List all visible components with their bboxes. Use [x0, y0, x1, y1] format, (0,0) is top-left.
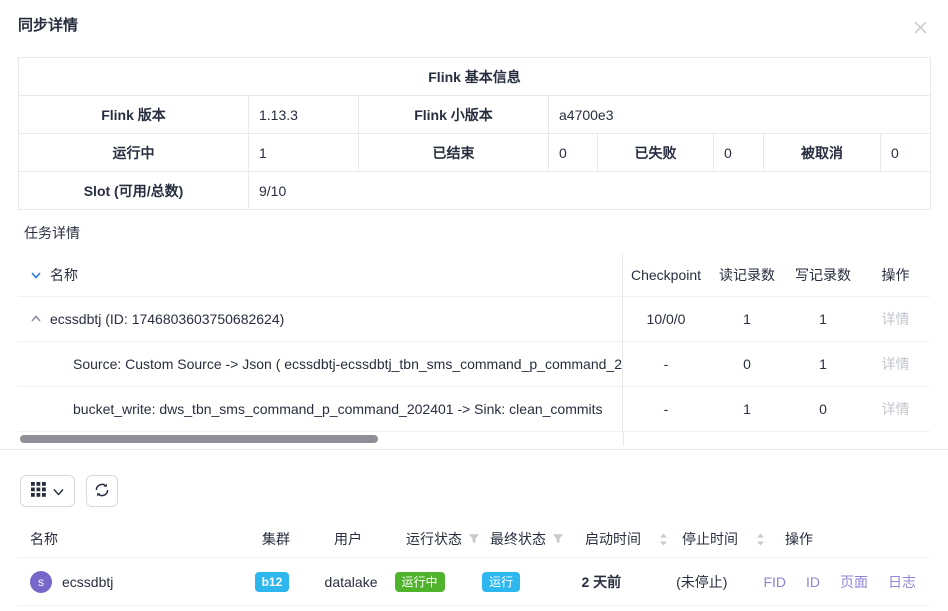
canceled-value: 0 — [881, 134, 931, 172]
run-status-badge: 运行中 — [395, 572, 445, 592]
finished-value: 0 — [549, 134, 598, 172]
jobs-run-status-header: 运行状态 — [394, 529, 478, 549]
job-name-cell: s ecssdbtj — [18, 571, 243, 593]
slot-value: 9/10 — [249, 172, 931, 210]
write-count-value: 0 — [785, 387, 861, 431]
flink-version-value: 1.13.3 — [249, 96, 359, 134]
table-toolbar — [20, 475, 948, 507]
scrollbar-track[interactable] — [18, 432, 623, 446]
task-row: ecssdbtj (ID: 1746803603750682624) 10/0/… — [18, 297, 930, 342]
job-row: s ecssdbtj b12 datalake 运行中 运行 2 天前 (未停止… — [18, 558, 930, 606]
start-time-value: 2 天前 — [582, 572, 622, 592]
slot-label: Slot (可用/总数) — [19, 172, 249, 210]
checkpoint-value: - — [623, 387, 709, 431]
job-stop-time-cell: (未停止) — [651, 572, 751, 592]
chevron-down-icon — [53, 484, 64, 499]
job-run-status-cell: 运行中 — [383, 572, 465, 592]
action-column-header: 操作 — [861, 253, 930, 296]
final-status-header-label: 最终状态 — [490, 529, 546, 549]
collapse-all-chevron-down-icon[interactable] — [30, 269, 42, 281]
job-start-time-cell: 2 天前 — [557, 572, 652, 592]
log-link[interactable]: 日志 — [888, 572, 916, 592]
filter-funnel-icon[interactable] — [552, 533, 564, 545]
detail-link[interactable]: 详情 — [882, 354, 910, 374]
read-count-value: 0 — [709, 342, 785, 386]
page-link[interactable]: 页面 — [840, 572, 868, 592]
jobs-action-header: 操作 — [773, 529, 930, 549]
collapse-row-chevron-up-icon[interactable] — [30, 313, 42, 325]
name-header-label: 名称 — [50, 265, 78, 285]
refresh-icon — [94, 482, 110, 501]
id-link[interactable]: ID — [806, 574, 820, 590]
task-name: ecssdbtj (ID: 1746803603750682624) — [50, 311, 284, 327]
job-final-status-cell: 运行 — [464, 572, 556, 592]
start-time-header-label: 启动时间 — [585, 529, 641, 549]
write-count-column-header: 写记录数 — [785, 253, 861, 296]
failed-label: 已失败 — [598, 134, 714, 172]
modal-header: 同步详情 — [0, 0, 948, 37]
task-table: 名称 Checkpoint 读记录数 写记录数 操作 ecssdbtj (ID:… — [18, 253, 930, 446]
sort-carets-icon[interactable] — [756, 533, 765, 546]
task-name: Source: Custom Source -> Json ( ecssdbtj… — [73, 356, 622, 372]
job-name: ecssdbtj — [62, 574, 113, 590]
jobs-final-status-header: 最终状态 — [478, 529, 573, 549]
detail-link[interactable]: 详情 — [882, 399, 910, 419]
jobs-table-header: 名称 集群 用户 运行状态 最终状态 启动时间 — [18, 521, 930, 558]
flink-info-header: Flink 基本信息 — [19, 58, 931, 96]
name-column-header: 名称 — [18, 253, 622, 296]
close-icon[interactable] — [911, 18, 930, 37]
jobs-start-time-header: 启动时间 — [573, 529, 670, 549]
jobs-stop-time-header: 停止时间 — [670, 529, 773, 549]
task-table-header: 名称 Checkpoint 读记录数 写记录数 操作 — [18, 253, 930, 297]
checkpoint-column-header: Checkpoint — [623, 253, 709, 296]
section-divider — [0, 449, 948, 450]
read-count-column-header: 读记录数 — [709, 253, 785, 296]
running-value: 1 — [249, 134, 359, 172]
page-title: 同步详情 — [18, 18, 78, 34]
grid-icon — [31, 482, 46, 500]
flink-info-table: Flink 基本信息 Flink 版本 1.13.3 Flink 小版本 a47… — [18, 57, 931, 210]
refresh-button[interactable] — [86, 475, 118, 507]
avatar: s — [30, 571, 52, 593]
running-label: 运行中 — [19, 134, 249, 172]
cluster-badge: b12 — [255, 572, 290, 592]
flink-minor-label: Flink 小版本 — [359, 96, 549, 134]
task-details-title: 任务详情 — [24, 225, 948, 241]
read-count-value: 1 — [709, 387, 785, 431]
flink-minor-value: a4700e3 — [549, 96, 931, 134]
checkpoint-value: - — [623, 342, 709, 386]
task-row: Source: Custom Source -> Json ( ecssdbtj… — [18, 342, 930, 387]
sort-carets-icon[interactable] — [659, 533, 668, 546]
task-name-cell: bucket_write: dws_tbn_sms_command_p_comm… — [18, 387, 622, 431]
write-count-value: 1 — [785, 342, 861, 386]
sync-detail-modal: 同步详情 Flink 基本信息 Flink 版本 1.13.3 Flink 小版… — [0, 0, 948, 611]
job-user-cell: datalake — [313, 574, 383, 590]
run-status-header-label: 运行状态 — [406, 529, 462, 549]
flink-version-label: Flink 版本 — [19, 96, 249, 134]
stop-time-header-label: 停止时间 — [682, 529, 738, 549]
jobs-user-header: 用户 — [322, 529, 394, 549]
failed-value: 0 — [714, 134, 764, 172]
jobs-table: 名称 集群 用户 运行状态 最终状态 启动时间 — [18, 521, 930, 606]
task-row: bucket_write: dws_tbn_sms_command_p_comm… — [18, 387, 930, 432]
final-status-badge: 运行 — [482, 572, 520, 592]
task-name-cell: ecssdbtj (ID: 1746803603750682624) — [18, 297, 622, 341]
horizontal-scrollbar — [18, 432, 930, 446]
fixed-columns-header: Checkpoint 读记录数 写记录数 操作 — [622, 253, 930, 296]
canceled-label: 被取消 — [764, 134, 881, 172]
jobs-name-header: 名称 — [18, 529, 250, 549]
finished-label: 已结束 — [359, 134, 549, 172]
checkpoint-value: 10/0/0 — [623, 297, 709, 341]
write-count-value: 1 — [785, 297, 861, 341]
task-name: bucket_write: dws_tbn_sms_command_p_comm… — [73, 401, 603, 417]
job-action-cell: FID ID 页面 日志 — [751, 572, 930, 592]
detail-link[interactable]: 详情 — [882, 309, 910, 329]
read-count-value: 1 — [709, 297, 785, 341]
task-name-cell: Source: Custom Source -> Json ( ecssdbtj… — [18, 342, 622, 386]
jobs-cluster-header: 集群 — [250, 529, 322, 549]
fid-link[interactable]: FID — [763, 574, 786, 590]
scrollbar-thumb[interactable] — [20, 435, 378, 443]
column-settings-button[interactable] — [20, 475, 75, 507]
job-cluster-cell: b12 — [243, 572, 313, 592]
